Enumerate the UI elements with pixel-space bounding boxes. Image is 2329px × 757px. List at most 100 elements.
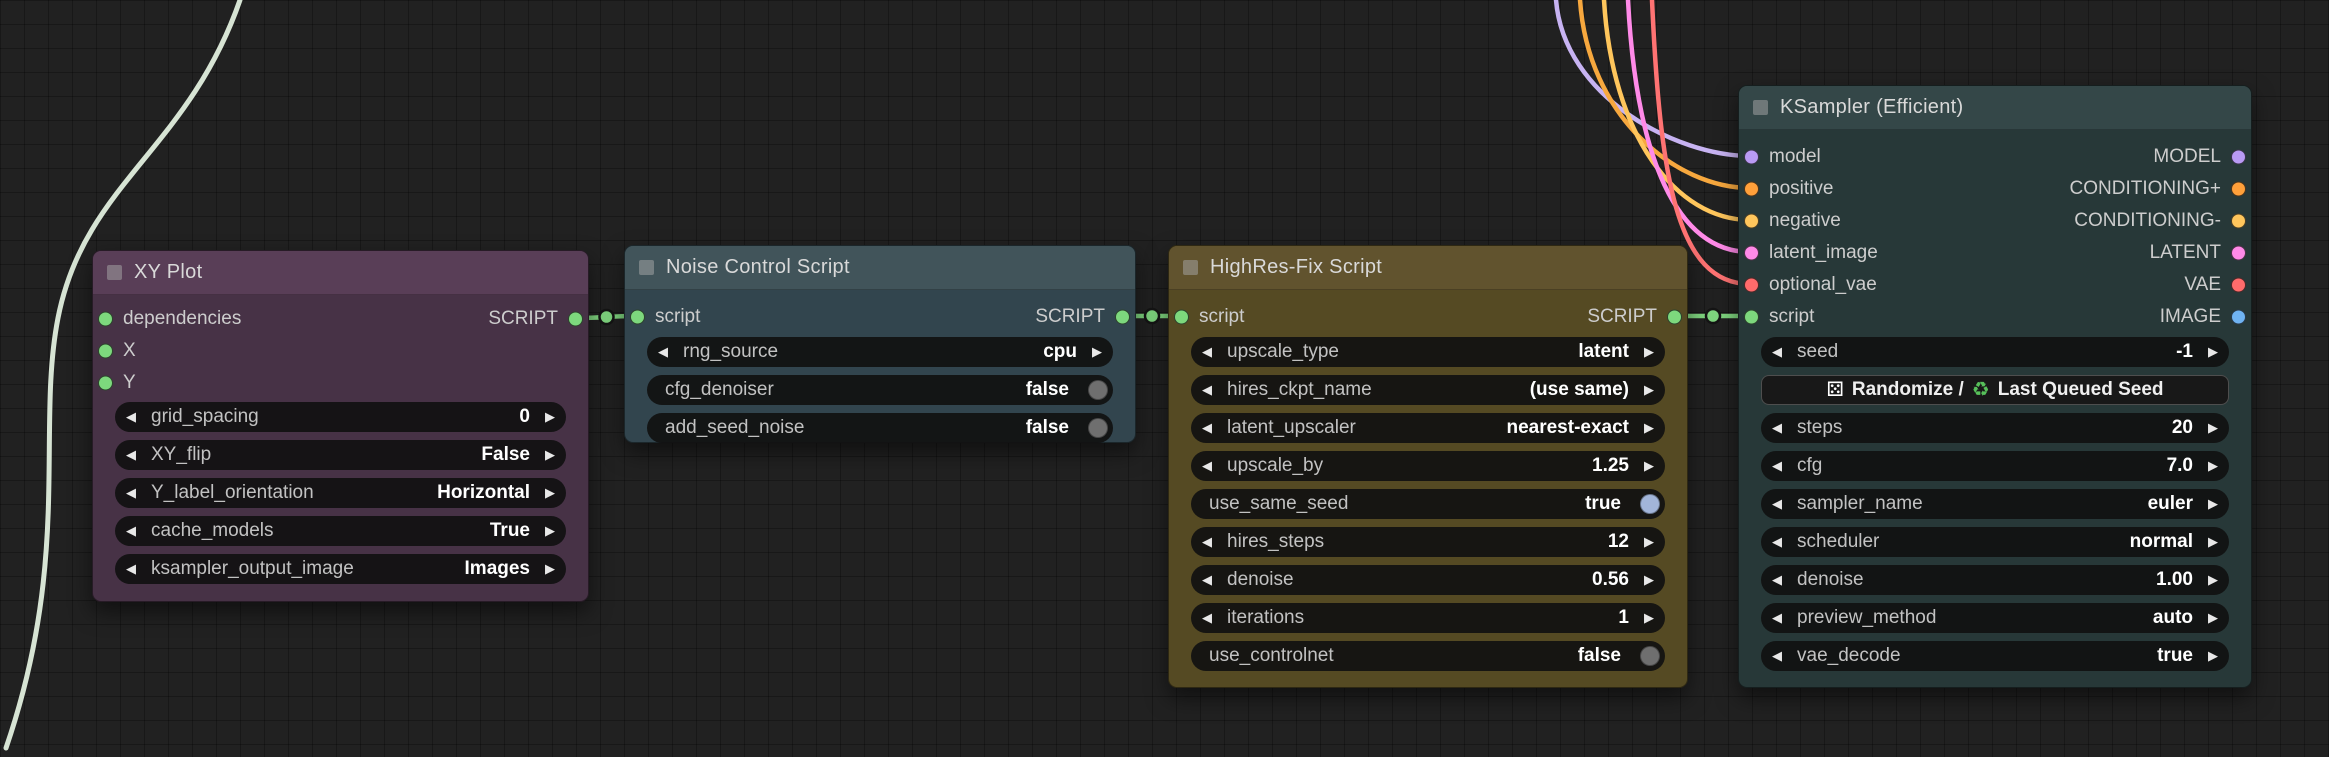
node-noise-control-script[interactable]: Noise Control Script script SCRIPT ◀ rng_sou… bbox=[624, 245, 1136, 443]
widget-cfg[interactable]: ◀ cfg 7.0 ▶ bbox=[1761, 451, 2229, 481]
widget-latent-upscaler[interactable]: ◀ latent_upscaler nearest-exact ▶ bbox=[1191, 413, 1665, 443]
input-port-model[interactable] bbox=[1744, 149, 1759, 165]
output-port-script[interactable] bbox=[1667, 309, 1682, 325]
node-ksampler-efficient[interactable]: KSampler (Efficient) model MODEL positive CO… bbox=[1738, 85, 2252, 688]
increment-arrow-icon[interactable]: ▶ bbox=[2208, 648, 2218, 664]
decrement-arrow-icon[interactable]: ◀ bbox=[1202, 382, 1212, 398]
input-port-optional-vae[interactable] bbox=[1744, 277, 1759, 293]
increment-arrow-icon[interactable]: ▶ bbox=[1644, 458, 1654, 474]
increment-arrow-icon[interactable]: ▶ bbox=[2208, 496, 2218, 512]
widget-denoise[interactable]: ◀ denoise 0.56 ▶ bbox=[1191, 565, 1665, 595]
widget-sampler-name[interactable]: ◀ sampler_name euler ▶ bbox=[1761, 489, 2229, 519]
output-port-conditioning-minus[interactable] bbox=[2231, 213, 2246, 229]
collapse-box-icon[interactable] bbox=[639, 260, 654, 275]
node-graph-canvas[interactable]: XY Plot dependencies SCRIPT X Y ◀ grid_spacing… bbox=[0, 0, 2329, 757]
decrement-arrow-icon[interactable]: ◀ bbox=[1772, 496, 1782, 512]
input-port-dependencies[interactable] bbox=[98, 311, 113, 327]
widget-vae-decode[interactable]: ◀ vae_decode true ▶ bbox=[1761, 641, 2229, 671]
decrement-arrow-icon[interactable]: ◀ bbox=[126, 409, 136, 425]
widget-use-controlnet[interactable]: use_controlnet false bbox=[1191, 641, 1665, 671]
output-port-image[interactable] bbox=[2231, 309, 2246, 325]
increment-arrow-icon[interactable]: ▶ bbox=[1644, 420, 1654, 436]
decrement-arrow-icon[interactable]: ◀ bbox=[1202, 344, 1212, 360]
decrement-arrow-icon[interactable]: ◀ bbox=[1772, 344, 1782, 360]
decrement-arrow-icon[interactable]: ◀ bbox=[1202, 458, 1212, 474]
collapse-box-icon[interactable] bbox=[1753, 100, 1768, 115]
widget-denoise[interactable]: ◀ denoise 1.00 ▶ bbox=[1761, 565, 2229, 595]
input-port-positive[interactable] bbox=[1744, 181, 1759, 197]
increment-arrow-icon[interactable]: ▶ bbox=[1644, 610, 1654, 626]
increment-arrow-icon[interactable]: ▶ bbox=[545, 485, 555, 501]
collapse-box-icon[interactable] bbox=[107, 265, 122, 280]
widget-iterations[interactable]: ◀ iterations 1 ▶ bbox=[1191, 603, 1665, 633]
decrement-arrow-icon[interactable]: ◀ bbox=[1772, 572, 1782, 588]
widget-preview-method[interactable]: ◀ preview_method auto ▶ bbox=[1761, 603, 2229, 633]
decrement-arrow-icon[interactable]: ◀ bbox=[126, 561, 136, 577]
input-port-x[interactable] bbox=[98, 343, 113, 359]
randomize-seed-button[interactable]: ⚄ Randomize / ♻ Last Queued Seed bbox=[1761, 375, 2229, 405]
input-port-script[interactable] bbox=[630, 309, 645, 325]
node-header[interactable]: XY Plot bbox=[93, 251, 588, 295]
node-highres-fix-script[interactable]: HighRes-Fix Script script SCRIPT ◀ upscale_t… bbox=[1168, 245, 1688, 688]
decrement-arrow-icon[interactable]: ◀ bbox=[1772, 458, 1782, 474]
toggle-knob[interactable] bbox=[1088, 418, 1108, 438]
widget-y-label-orientation[interactable]: ◀ Y_label_orientation Horizontal ▶ bbox=[115, 478, 566, 508]
output-port-model[interactable] bbox=[2231, 149, 2246, 165]
widget-rng-source[interactable]: ◀ rng_source cpu ▶ bbox=[647, 337, 1113, 367]
input-port-negative[interactable] bbox=[1744, 213, 1759, 229]
decrement-arrow-icon[interactable]: ◀ bbox=[126, 447, 136, 463]
widget-grid-spacing[interactable]: ◀ grid_spacing 0 ▶ bbox=[115, 402, 566, 432]
decrement-arrow-icon[interactable]: ◀ bbox=[1772, 610, 1782, 626]
increment-arrow-icon[interactable]: ▶ bbox=[545, 409, 555, 425]
increment-arrow-icon[interactable]: ▶ bbox=[2208, 610, 2218, 626]
widget-steps[interactable]: ◀ steps 20 ▶ bbox=[1761, 413, 2229, 443]
widget-hires-ckpt-name[interactable]: ◀ hires_ckpt_name (use same) ▶ bbox=[1191, 375, 1665, 405]
decrement-arrow-icon[interactable]: ◀ bbox=[1202, 610, 1212, 626]
decrement-arrow-icon[interactable]: ◀ bbox=[658, 344, 668, 360]
decrement-arrow-icon[interactable]: ◀ bbox=[126, 485, 136, 501]
widget-use-same-seed[interactable]: use_same_seed true bbox=[1191, 489, 1665, 519]
toggle-knob[interactable] bbox=[1640, 494, 1660, 514]
widget-ksampler-output-image[interactable]: ◀ ksampler_output_image Images ▶ bbox=[115, 554, 566, 584]
output-port-latent[interactable] bbox=[2231, 245, 2246, 261]
widget-scheduler[interactable]: ◀ scheduler normal ▶ bbox=[1761, 527, 2229, 557]
increment-arrow-icon[interactable]: ▶ bbox=[1644, 382, 1654, 398]
output-port-script[interactable] bbox=[1115, 309, 1130, 325]
input-port-script[interactable] bbox=[1174, 309, 1189, 325]
widget-xy-flip[interactable]: ◀ XY_flip False ▶ bbox=[115, 440, 566, 470]
increment-arrow-icon[interactable]: ▶ bbox=[2208, 420, 2218, 436]
toggle-knob[interactable] bbox=[1640, 646, 1660, 666]
widget-hires-steps[interactable]: ◀ hires_steps 12 ▶ bbox=[1191, 527, 1665, 557]
increment-arrow-icon[interactable]: ▶ bbox=[2208, 458, 2218, 474]
input-port-script[interactable] bbox=[1744, 309, 1759, 325]
increment-arrow-icon[interactable]: ▶ bbox=[545, 561, 555, 577]
input-port-latent-image[interactable] bbox=[1744, 245, 1759, 261]
node-header[interactable]: KSampler (Efficient) bbox=[1739, 86, 2251, 130]
toggle-knob[interactable] bbox=[1088, 380, 1108, 400]
increment-arrow-icon[interactable]: ▶ bbox=[545, 447, 555, 463]
output-port-conditioning-plus[interactable] bbox=[2231, 181, 2246, 197]
widget-upscale-by[interactable]: ◀ upscale_by 1.25 ▶ bbox=[1191, 451, 1665, 481]
increment-arrow-icon[interactable]: ▶ bbox=[545, 523, 555, 539]
widget-cfg-denoiser[interactable]: cfg_denoiser false bbox=[647, 375, 1113, 405]
decrement-arrow-icon[interactable]: ◀ bbox=[1772, 420, 1782, 436]
node-xy-plot[interactable]: XY Plot dependencies SCRIPT X Y ◀ grid_spacing… bbox=[92, 250, 589, 602]
increment-arrow-icon[interactable]: ▶ bbox=[2208, 572, 2218, 588]
decrement-arrow-icon[interactable]: ◀ bbox=[1772, 648, 1782, 664]
widget-seed[interactable]: ◀ seed -1 ▶ bbox=[1761, 337, 2229, 367]
widget-upscale-type[interactable]: ◀ upscale_type latent ▶ bbox=[1191, 337, 1665, 367]
node-header[interactable]: Noise Control Script bbox=[625, 246, 1135, 290]
decrement-arrow-icon[interactable]: ◀ bbox=[126, 523, 136, 539]
increment-arrow-icon[interactable]: ▶ bbox=[1644, 572, 1654, 588]
widget-add-seed-noise[interactable]: add_seed_noise false bbox=[647, 413, 1113, 443]
increment-arrow-icon[interactable]: ▶ bbox=[1092, 344, 1102, 360]
widget-cache-models[interactable]: ◀ cache_models True ▶ bbox=[115, 516, 566, 546]
increment-arrow-icon[interactable]: ▶ bbox=[1644, 344, 1654, 360]
increment-arrow-icon[interactable]: ▶ bbox=[2208, 534, 2218, 550]
output-port-vae[interactable] bbox=[2231, 277, 2246, 293]
decrement-arrow-icon[interactable]: ◀ bbox=[1202, 572, 1212, 588]
input-port-y[interactable] bbox=[98, 375, 113, 391]
node-header[interactable]: HighRes-Fix Script bbox=[1169, 246, 1687, 290]
increment-arrow-icon[interactable]: ▶ bbox=[1644, 534, 1654, 550]
decrement-arrow-icon[interactable]: ◀ bbox=[1202, 534, 1212, 550]
